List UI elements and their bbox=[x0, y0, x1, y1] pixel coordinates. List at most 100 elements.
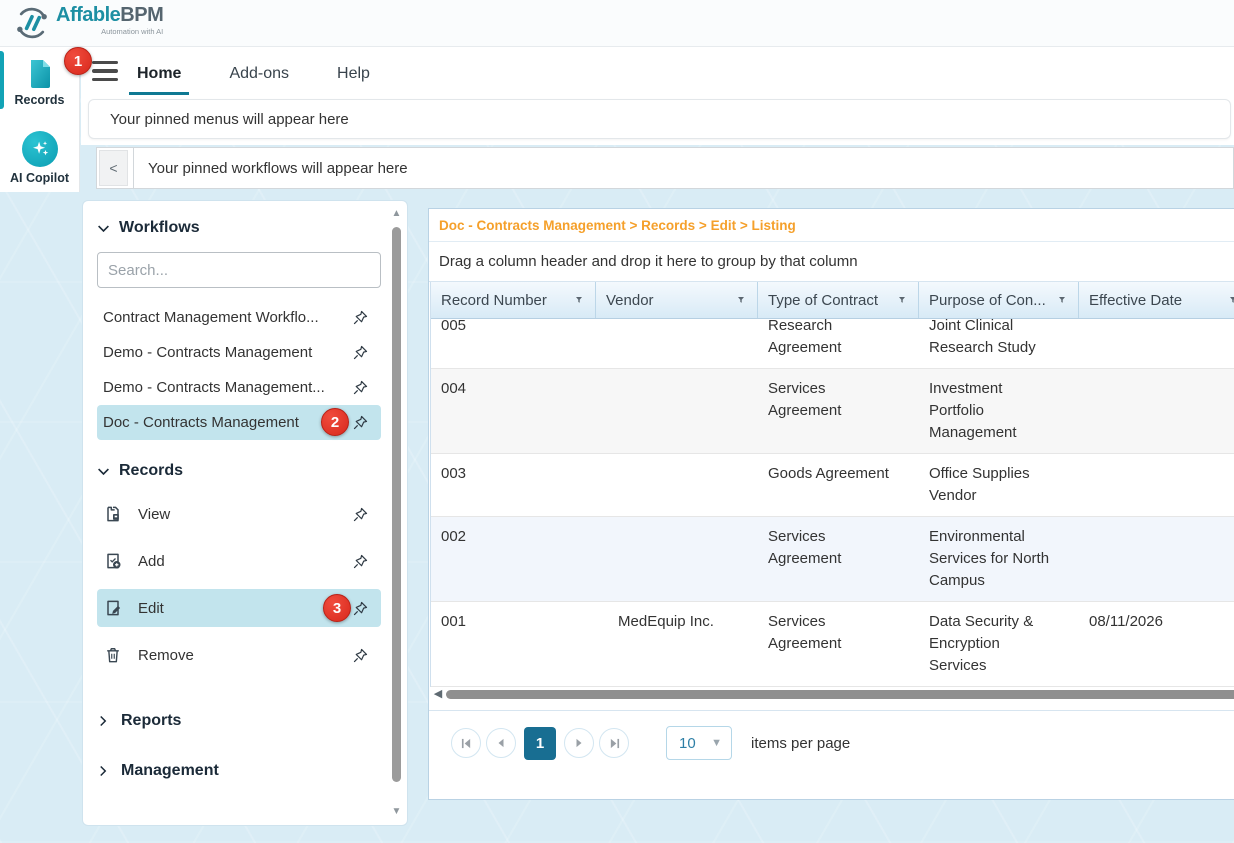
cell-record-number: 004 bbox=[431, 369, 596, 453]
cell-effective-date bbox=[1079, 319, 1234, 368]
document-icon bbox=[24, 57, 56, 89]
column-header-purpose[interactable]: Purpose of Con... bbox=[919, 282, 1079, 318]
grid-body: 005Research AgreementJoint Clinical Rese… bbox=[431, 319, 1234, 687]
section-title: Workflows bbox=[119, 219, 200, 237]
scroll-left-icon[interactable]: ◀ bbox=[430, 688, 446, 701]
filter-icon[interactable] bbox=[892, 293, 906, 307]
pin-icon[interactable] bbox=[352, 600, 369, 617]
tab-add-ons[interactable]: Add-ons bbox=[227, 55, 291, 95]
data-grid: Record Number Vendor Type of Contract Pu… bbox=[430, 282, 1234, 687]
rail-item-label: AI Copilot bbox=[10, 171, 69, 185]
last-page-button[interactable] bbox=[599, 728, 629, 758]
filter-icon[interactable] bbox=[569, 293, 583, 307]
page-size-value: 10 bbox=[679, 735, 711, 752]
menu-item-add[interactable]: Add bbox=[97, 542, 381, 580]
pin-icon[interactable] bbox=[352, 647, 369, 664]
cell-effective-date bbox=[1079, 454, 1234, 516]
filter-icon[interactable] bbox=[1223, 293, 1234, 307]
cell-record-number: 002 bbox=[431, 517, 596, 601]
prev-page-button[interactable] bbox=[486, 728, 516, 758]
pinned-menus-bar: Your pinned menus will appear here bbox=[88, 99, 1231, 139]
menu-item-edit[interactable]: Edit 3 bbox=[97, 589, 381, 627]
search-input[interactable] bbox=[97, 252, 381, 288]
first-page-button[interactable] bbox=[451, 728, 481, 758]
clipboard-add-icon bbox=[103, 551, 123, 571]
hscrollbar-thumb[interactable] bbox=[446, 690, 1234, 699]
last-page-icon bbox=[609, 738, 620, 749]
annotation-badge-3: 3 bbox=[323, 594, 351, 622]
section-management[interactable]: Management bbox=[97, 750, 381, 792]
filter-icon[interactable] bbox=[1052, 293, 1066, 307]
sparkles-icon bbox=[22, 131, 58, 167]
scroll-up-icon[interactable]: ▲ bbox=[390, 207, 403, 221]
tab-home[interactable]: Home bbox=[135, 55, 183, 95]
section-records[interactable]: Records bbox=[97, 456, 381, 486]
breadcrumb: Doc - Contracts Management > Records > E… bbox=[429, 209, 1234, 242]
chevron-right-icon bbox=[97, 715, 109, 727]
section-reports[interactable]: Reports bbox=[97, 700, 381, 742]
nav-tabs: Home Add-ons Help bbox=[135, 55, 372, 95]
column-header-vendor[interactable]: Vendor bbox=[596, 282, 758, 318]
pin-icon[interactable] bbox=[352, 379, 369, 396]
workflow-item-selected[interactable]: Doc - Contracts Management 2 bbox=[97, 405, 381, 440]
column-header-type-of-contract[interactable]: Type of Contract bbox=[758, 282, 919, 318]
cell-vendor bbox=[596, 517, 758, 601]
chevron-down-icon: ▼ bbox=[711, 737, 722, 749]
scroll-down-icon[interactable]: ▼ bbox=[390, 805, 403, 819]
table-row[interactable]: 004Services AgreementInvestment Portfoli… bbox=[431, 369, 1234, 454]
hamburger-menu-icon[interactable] bbox=[92, 61, 118, 81]
filter-icon[interactable] bbox=[731, 293, 745, 307]
grid-horizontal-scrollbar[interactable]: ◀ bbox=[430, 688, 1234, 701]
clipboard-view-icon bbox=[103, 504, 123, 524]
clipboard-edit-icon bbox=[103, 598, 123, 618]
sidebar-scrollbar[interactable]: ▲ ▼ bbox=[390, 207, 403, 819]
workflow-item[interactable]: Contract Management Workflo... bbox=[97, 300, 381, 335]
rail-item-ai-copilot[interactable]: AI Copilot bbox=[0, 121, 79, 187]
grid-header-row: Record Number Vendor Type of Contract Pu… bbox=[431, 282, 1234, 319]
table-row[interactable]: 001MedEquip Inc.Services AgreementData S… bbox=[431, 602, 1234, 687]
cell-purpose: Joint Clinical Research Study bbox=[919, 319, 1079, 368]
cell-type: Research Agreement bbox=[758, 319, 919, 368]
cell-purpose: Environmental Services for North Campus bbox=[919, 517, 1079, 601]
workflow-item[interactable]: Demo - Contracts Management bbox=[97, 335, 381, 370]
pin-icon[interactable] bbox=[352, 344, 369, 361]
next-page-button[interactable] bbox=[564, 728, 594, 758]
table-row[interactable]: 005Research AgreementJoint Clinical Rese… bbox=[431, 319, 1234, 369]
nav-strip: Home Add-ons Help Your pinned menus will… bbox=[81, 47, 1234, 145]
table-row[interactable]: 002Services AgreementEnvironmental Servi… bbox=[431, 517, 1234, 602]
tab-help[interactable]: Help bbox=[335, 55, 372, 95]
table-row[interactable]: 003Goods AgreementOffice Supplies Vendor bbox=[431, 454, 1234, 517]
annotation-badge-2: 2 bbox=[321, 408, 349, 436]
collapse-left-icon[interactable]: < bbox=[99, 150, 128, 186]
pin-icon[interactable] bbox=[352, 506, 369, 523]
first-page-icon bbox=[461, 738, 472, 749]
pinned-workflows-bar: < Your pinned workflows will appear here bbox=[96, 147, 1234, 189]
items-per-page-label: items per page bbox=[751, 735, 850, 752]
workflow-item[interactable]: Demo - Contracts Management... bbox=[97, 370, 381, 405]
chevron-right-icon bbox=[97, 765, 109, 777]
cell-record-number: 001 bbox=[431, 602, 596, 686]
pin-icon[interactable] bbox=[352, 309, 369, 326]
pin-icon[interactable] bbox=[352, 414, 369, 431]
cell-vendor bbox=[596, 319, 758, 368]
cell-effective-date: 08/11/2026 bbox=[1079, 602, 1234, 686]
section-title: Records bbox=[119, 462, 183, 480]
brand-tagline: Automation with AI bbox=[56, 28, 163, 36]
divider bbox=[133, 148, 134, 188]
section-title: Reports bbox=[121, 712, 181, 730]
cell-record-number: 003 bbox=[431, 454, 596, 516]
current-page-button[interactable]: 1 bbox=[524, 727, 556, 760]
cell-vendor: MedEquip Inc. bbox=[596, 602, 758, 686]
page-size-select[interactable]: 10 ▼ bbox=[666, 726, 732, 760]
pin-icon[interactable] bbox=[352, 553, 369, 570]
chevron-down-icon bbox=[97, 222, 110, 235]
menu-item-remove[interactable]: Remove bbox=[97, 636, 381, 674]
annotation-badge-1: 1 bbox=[64, 47, 92, 75]
menu-item-view[interactable]: View bbox=[97, 495, 381, 533]
pinned-workflows-placeholder: Your pinned workflows will appear here bbox=[148, 160, 408, 177]
section-workflows[interactable]: Workflows bbox=[97, 213, 381, 243]
column-header-effective-date[interactable]: Effective Date bbox=[1079, 282, 1234, 318]
scrollbar-thumb[interactable] bbox=[392, 227, 401, 782]
column-header-record-number[interactable]: Record Number bbox=[431, 282, 596, 318]
cell-type: Services Agreement bbox=[758, 602, 919, 686]
